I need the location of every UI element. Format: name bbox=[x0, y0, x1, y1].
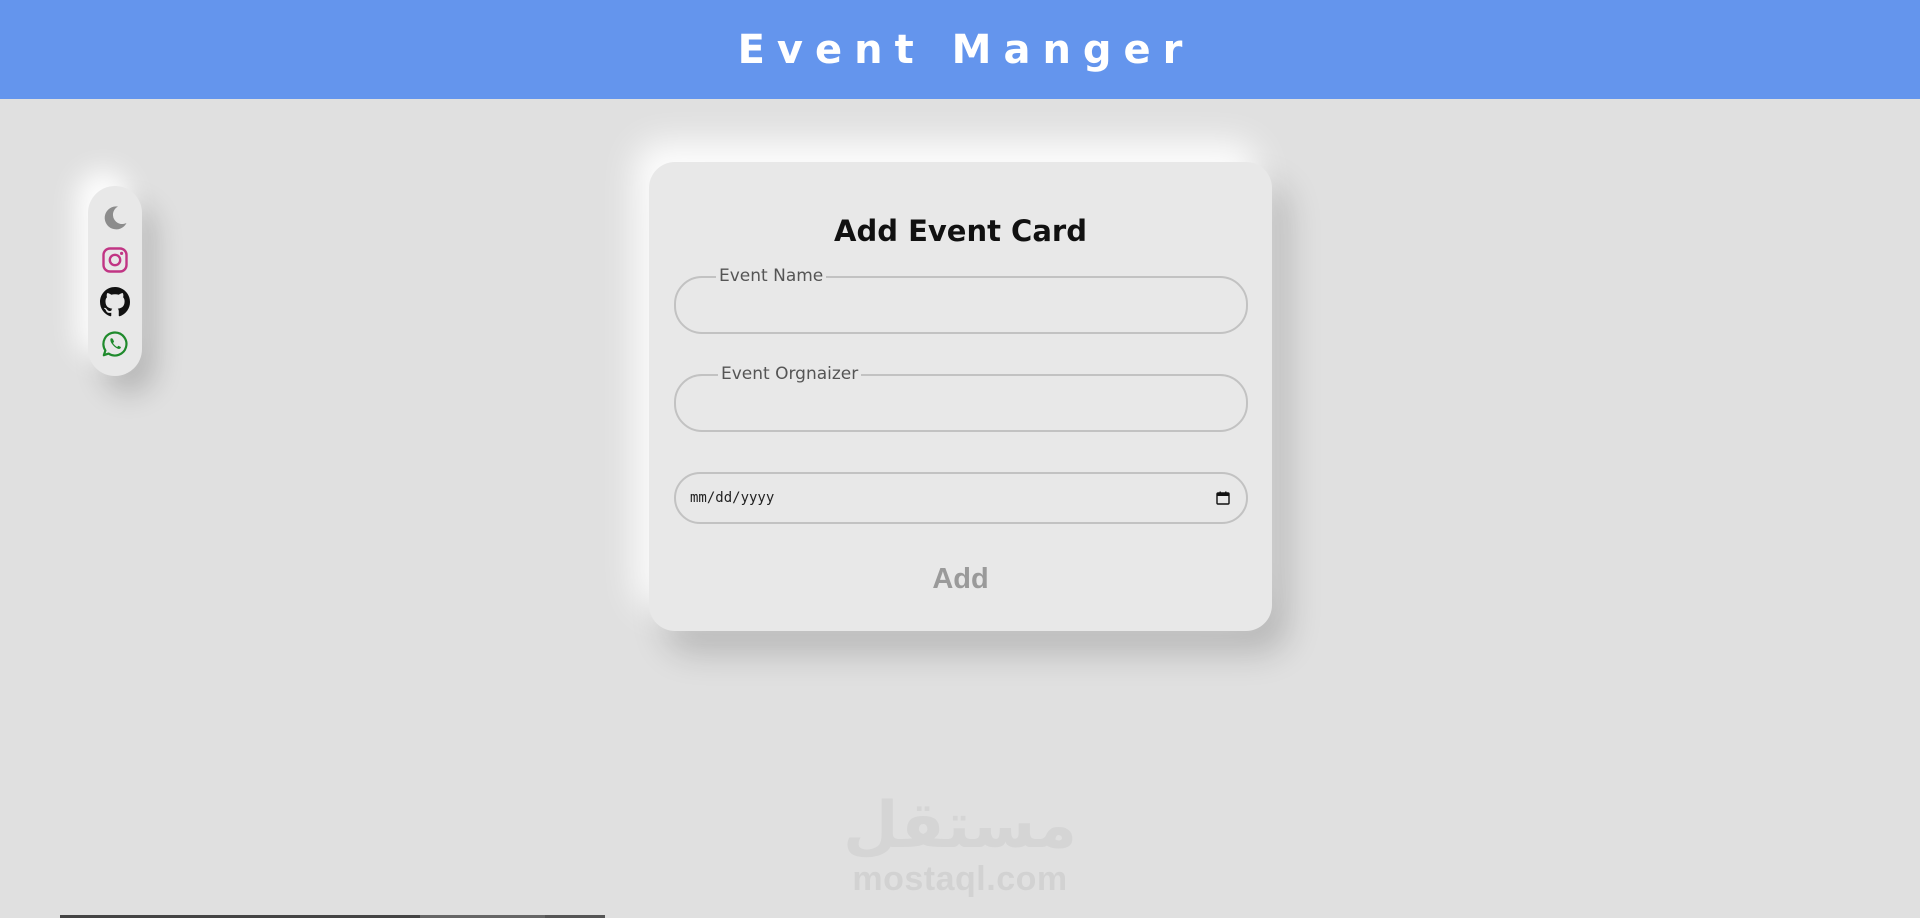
social-sidebar bbox=[88, 186, 142, 376]
calendar-icon[interactable] bbox=[1216, 491, 1230, 505]
add-event-card: Add Event Card Event Name Event Orgnaize… bbox=[649, 162, 1272, 631]
instagram-icon bbox=[102, 247, 128, 273]
watermark-arabic-text: مستقل bbox=[842, 789, 1078, 863]
mostaql-watermark: مستقل mostaql.com bbox=[840, 790, 1080, 905]
add-button[interactable]: Add bbox=[649, 562, 1272, 597]
date-placeholder: mm/dd/yyyy bbox=[690, 490, 775, 506]
github-link[interactable] bbox=[99, 286, 131, 318]
event-name-input[interactable] bbox=[698, 290, 1224, 324]
theme-toggle-button[interactable] bbox=[99, 202, 131, 234]
card-title: Add Event Card bbox=[834, 214, 1087, 248]
watermark-latin-text: mostaql.com bbox=[852, 860, 1068, 898]
whatsapp-link[interactable] bbox=[99, 328, 131, 360]
event-name-field: Event Name bbox=[674, 265, 1248, 334]
moon-icon bbox=[104, 206, 127, 230]
event-organizer-label: Event Orgnaizer bbox=[718, 363, 862, 385]
app-header: Event Manger bbox=[0, 0, 1920, 99]
event-name-label: Event Name bbox=[716, 265, 827, 287]
whatsapp-icon bbox=[102, 331, 128, 357]
github-icon bbox=[100, 287, 130, 317]
app-title: Event Manger bbox=[737, 26, 1195, 73]
event-organizer-input[interactable] bbox=[698, 388, 1224, 422]
instagram-link[interactable] bbox=[99, 244, 131, 276]
event-organizer-field: Event Orgnaizer bbox=[674, 363, 1248, 432]
event-date-input[interactable]: mm/dd/yyyy bbox=[674, 472, 1248, 524]
